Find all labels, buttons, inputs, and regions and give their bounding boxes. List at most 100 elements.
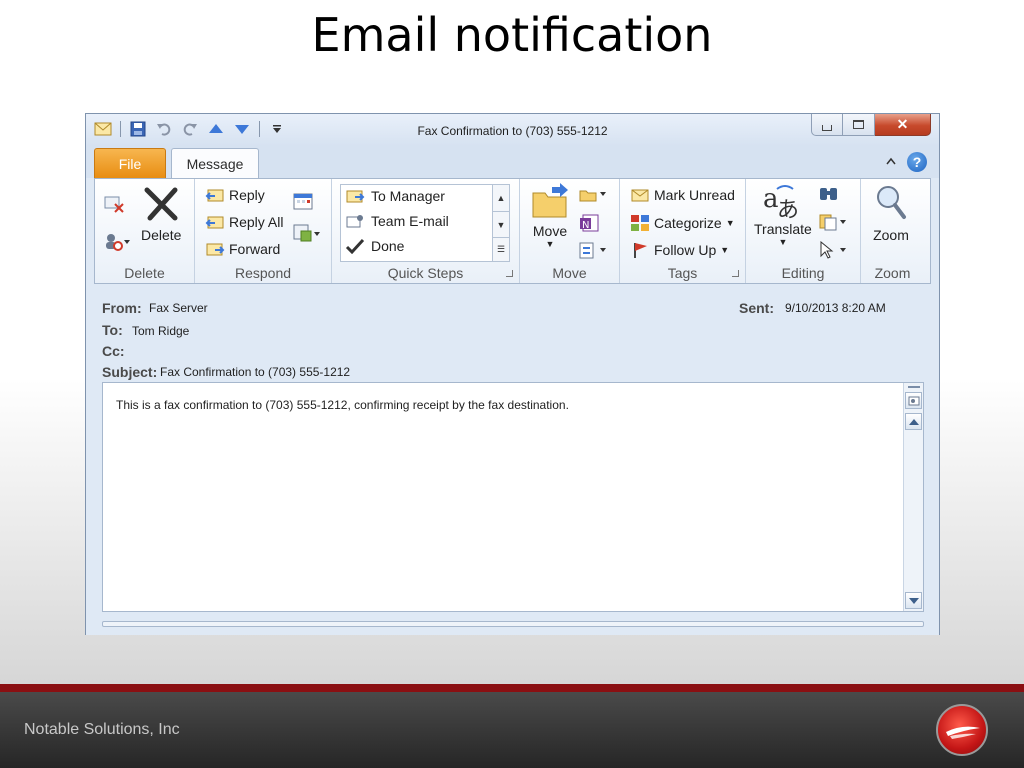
ignore-icon[interactable]: [103, 193, 125, 213]
quick-step-label: To Manager: [371, 188, 445, 204]
magnifier-icon: [877, 186, 906, 219]
chevron-down-icon: ▼: [778, 237, 788, 247]
mark-unread-label: Mark Unread: [654, 187, 735, 203]
vertical-scrollbar[interactable]: [903, 383, 923, 611]
reply-button[interactable]: Reply: [205, 187, 265, 203]
translate-button[interactable]: aあ Translate ▼: [754, 181, 812, 247]
junk-icon[interactable]: [103, 231, 131, 251]
outlook-message-window: Fax Confirmation to (703) 555-1212 ✕ Fil…: [85, 113, 940, 635]
group-label-respond: Respond: [234, 265, 292, 281]
mark-unread-button[interactable]: Mark Unread: [630, 187, 735, 203]
onenote-icon[interactable]: N: [578, 213, 600, 233]
delete-button[interactable]: Delete: [141, 185, 181, 243]
slide-footer: Notable Solutions, Inc: [0, 692, 1024, 768]
zoom-label: Zoom: [873, 227, 909, 243]
footer-accent-bar: [0, 684, 1024, 692]
sent-value: 9/10/2013 8:20 AM: [785, 301, 886, 315]
delete-icon: [144, 187, 178, 221]
actions-icon[interactable]: [578, 241, 608, 259]
restore-button[interactable]: [843, 114, 875, 136]
forward-button[interactable]: Forward: [205, 241, 280, 257]
categorize-label: Categorize: [654, 215, 722, 231]
group-label-zoom: Zoom: [874, 265, 911, 281]
ribbon-tab-row: File Message ?: [86, 146, 939, 179]
reply-all-label: Reply All: [229, 214, 284, 230]
categorize-button[interactable]: Categorize ▼: [630, 214, 735, 232]
scroll-down-icon: [908, 597, 919, 604]
group-label-tags: Tags: [667, 265, 698, 281]
checkmark-icon: [345, 238, 365, 254]
move-label: Move: [532, 223, 568, 239]
gallery-expand[interactable]: ☰: [492, 237, 509, 261]
from-label: From:: [102, 300, 142, 316]
help-icon[interactable]: ?: [907, 152, 927, 172]
categorize-icon: [631, 215, 649, 231]
cc-label: Cc:: [102, 343, 125, 359]
scroll-down-button[interactable]: [905, 592, 922, 609]
rules-icon[interactable]: [578, 185, 608, 203]
to-manager-icon: [346, 190, 365, 203]
message-body-text: This is a fax confirmation to (703) 555-…: [116, 398, 569, 412]
sent-label: Sent:: [739, 300, 774, 316]
follow-up-button[interactable]: Follow Up ▼: [630, 241, 729, 259]
flag-icon: [634, 243, 647, 258]
group-respond: Reply Reply All Forward Respond: [195, 179, 332, 283]
svg-text:あ: あ: [777, 198, 799, 221]
move-folder-icon: [532, 183, 568, 218]
from-value[interactable]: Fax Server: [149, 301, 208, 315]
tab-file[interactable]: File: [94, 148, 166, 178]
subject-label: Subject:: [102, 364, 158, 380]
mark-unread-icon: [631, 189, 649, 202]
svg-text:N: N: [582, 220, 589, 231]
title-bar: Fax Confirmation to (703) 555-1212 ✕: [86, 114, 939, 146]
group-delete: Delete Delete: [95, 179, 195, 283]
gallery-scroll-down[interactable]: ▼: [492, 211, 509, 237]
minimize-button[interactable]: [811, 114, 843, 136]
minimize-icon: [822, 124, 832, 131]
reply-all-button[interactable]: Reply All: [205, 214, 283, 230]
group-label-delete: Delete: [124, 265, 165, 281]
translate-label: Translate: [754, 221, 812, 237]
contact-card-icon[interactable]: [905, 392, 922, 409]
group-label-move: Move: [552, 265, 587, 281]
quick-step-label: Done: [371, 238, 405, 254]
find-icon[interactable]: [818, 185, 840, 203]
quick-steps-gallery: To Manager Team E-mail Done ▲ ▼ ☰: [340, 184, 510, 262]
close-icon: ✕: [896, 116, 909, 132]
zoom-button[interactable]: Zoom: [873, 183, 909, 243]
horizontal-scrollbar[interactable]: [102, 621, 924, 627]
quick-step-to-manager[interactable]: To Manager: [345, 188, 445, 204]
translate-icon: aあ: [763, 184, 799, 221]
group-tags: Mark Unread Categorize ▼ Follow Up ▼ Tags: [620, 179, 746, 283]
to-label: To:: [102, 322, 123, 338]
minimize-ribbon-icon[interactable]: [885, 153, 897, 171]
move-button[interactable]: Move ▼: [530, 183, 570, 249]
quick-step-done[interactable]: Done: [345, 238, 404, 254]
group-quick-steps: To Manager Team E-mail Done ▲ ▼ ☰ Quick …: [332, 179, 520, 283]
group-label-editing: Editing: [781, 265, 825, 281]
meeting-icon[interactable]: [292, 191, 314, 211]
more-respond-icon[interactable]: [292, 223, 322, 243]
delete-button-label: Delete: [141, 227, 182, 243]
close-button[interactable]: ✕: [875, 114, 931, 136]
tab-message[interactable]: Message: [171, 148, 259, 179]
ribbon: Delete Delete Reply Reply All Forward Re…: [94, 178, 931, 284]
follow-up-label: Follow Up: [654, 242, 717, 258]
select-cursor-icon[interactable]: [818, 241, 848, 259]
group-editing: aあ Translate ▼ Editing: [746, 179, 861, 283]
quick-step-team-email[interactable]: Team E-mail: [345, 213, 449, 229]
restore-icon: [853, 120, 864, 129]
split-handle-icon[interactable]: [908, 386, 920, 388]
team-email-icon: [346, 215, 363, 228]
company-name: Notable Solutions, Inc: [24, 721, 180, 738]
gallery-scroll-up[interactable]: ▲: [492, 185, 509, 211]
slide-title: Email notification: [311, 8, 713, 62]
subject-value: Fax Confirmation to (703) 555-1212: [160, 365, 351, 379]
to-value[interactable]: Tom Ridge: [132, 324, 189, 338]
related-icon[interactable]: [818, 213, 848, 231]
message-body[interactable]: This is a fax confirmation to (703) 555-…: [102, 382, 924, 612]
scroll-up-button[interactable]: [905, 413, 922, 430]
quick-step-label: Team E-mail: [371, 213, 449, 229]
group-zoom: Zoom Zoom: [861, 179, 924, 283]
reply-icon: [205, 189, 224, 202]
